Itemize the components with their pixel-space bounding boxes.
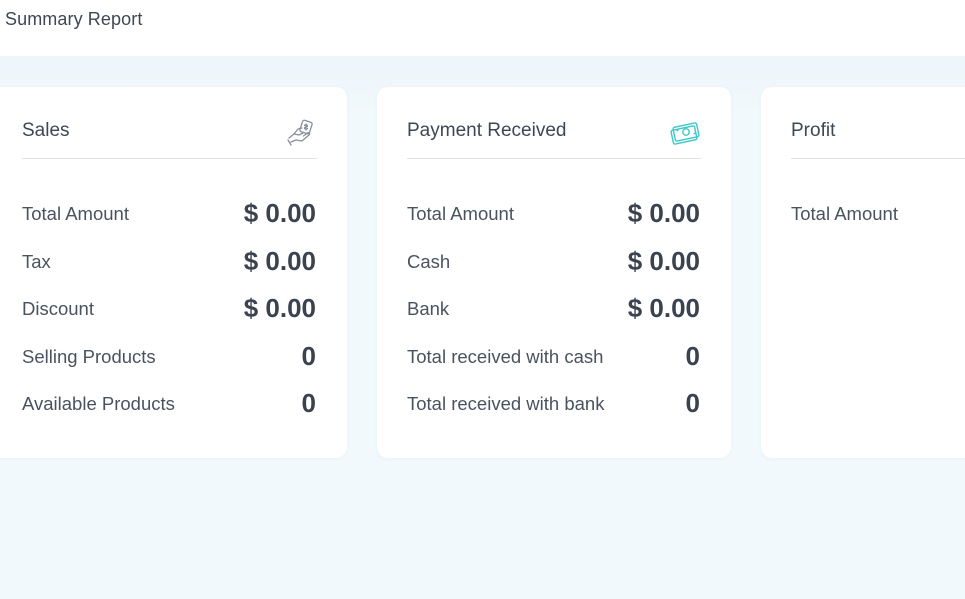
profit-card: Profit Total Amount [761,87,965,458]
row-label: Total Amount [407,203,514,224]
payment-row-cash: Cash $ 0.00 [407,246,700,294]
row-value: 0 [301,388,316,418]
sales-row-discount: Discount $ 0.00 [22,293,316,341]
payment-row-received-cash: Total received with cash 0 [407,341,700,389]
row-value: $ 0.00 [627,293,700,323]
profit-card-title: Profit [791,120,836,141]
row-label: Total Amount [22,203,129,224]
payment-card-title: Payment Received [407,120,567,141]
sales-row-selling-products: Selling Products 0 [22,341,316,389]
row-label: Tax [22,250,51,272]
payment-row-bank: Bank $ 0.00 [407,293,700,341]
row-label: Total received with bank [407,393,605,414]
sales-row-tax: Tax $ 0.00 [22,246,316,294]
payment-card-header: Payment Received [407,116,701,159]
hand-coin-icon [285,116,317,148]
row-value: 0 [685,340,700,371]
sales-card-header: Sales [22,116,317,159]
payment-row-received-bank: Total received with bank 0 [407,388,700,436]
sales-card-title: Sales [22,120,70,141]
sales-row-available-products: Available Products 0 [22,388,316,436]
row-value: $ 0.00 [627,198,700,228]
top-bar: Summary Report [0,0,965,56]
sales-rows: Total Amount $ 0.00 Tax $ 0.00 Discount … [22,198,316,436]
payment-rows: Total Amount $ 0.00 Cash $ 0.00 Bank $ 0… [407,198,700,436]
sales-card: Sales Total Amount $ 0.00 Tax $ 0.00 Dis… [0,87,347,458]
row-value: $ 0.00 [243,245,316,276]
row-value: 0 [685,388,700,418]
row-label: Available Products [22,393,175,414]
sales-row-total-amount: Total Amount $ 0.00 [22,198,316,246]
profit-card-header: Profit [791,116,965,159]
row-label: Total Amount [791,203,898,224]
row-label: Total received with cash [407,345,604,367]
payment-row-total-amount: Total Amount $ 0.00 [407,198,700,246]
profit-row-total-amount: Total Amount [791,198,965,246]
row-label: Bank [407,298,450,319]
row-value: $ 0.00 [627,245,700,276]
page-title: Summary Report [5,9,143,29]
row-label: Cash [407,250,451,272]
money-bills-icon [669,116,701,148]
row-value: $ 0.00 [243,293,316,323]
payment-received-card: Payment Received Total Amount $ 0.00 Cas… [377,87,731,458]
row-value: $ 0.00 [243,198,316,228]
row-label: Discount [22,298,94,319]
row-value: 0 [301,340,316,371]
row-label: Selling Products [22,345,156,367]
profit-rows: Total Amount [791,198,965,246]
